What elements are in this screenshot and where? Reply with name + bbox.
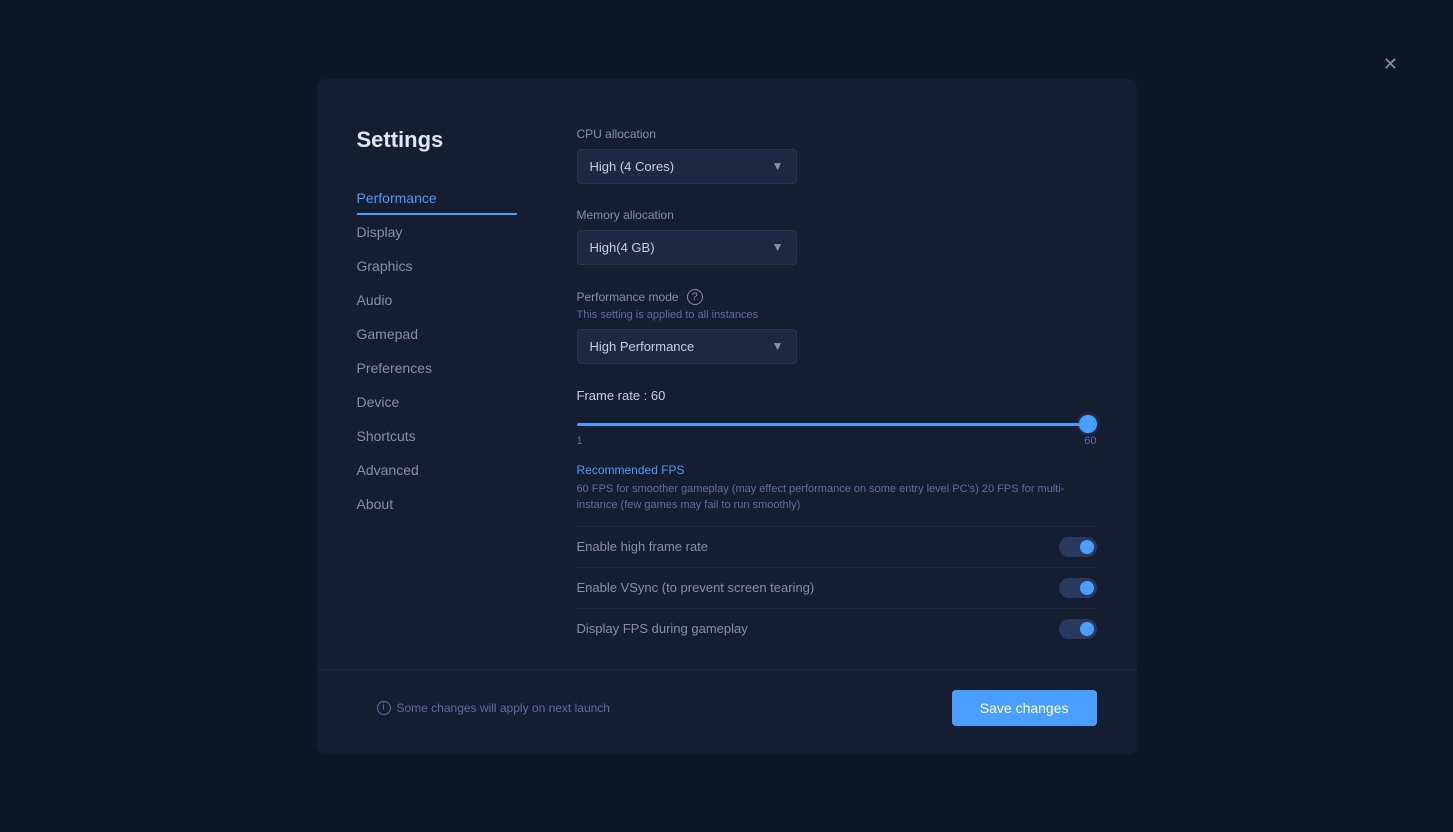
sidebar-item-audio[interactable]: Audio (357, 283, 517, 317)
performance-mode-value: High Performance (590, 339, 695, 354)
sidebar-item-performance[interactable]: Performance (357, 181, 517, 215)
cpu-allocation-label: CPU allocation (577, 127, 1097, 141)
memory-allocation-section: Memory allocation High(4 GB) ▼ (577, 208, 1097, 265)
frame-rate-slider-container (577, 413, 1097, 431)
recommended-fps-text: 60 FPS for smoother gameplay (may effect… (577, 481, 1097, 514)
frame-rate-section: Frame rate : 60 1 60 (577, 388, 1097, 447)
sidebar-item-about[interactable]: About (357, 487, 517, 521)
performance-mode-dropdown[interactable]: High Performance ▼ (577, 329, 797, 364)
toggles-section: Enable high frame rate Enable VSync (to … (577, 526, 1097, 649)
info-icon: i (377, 701, 391, 715)
performance-mode-subtext: This setting is applied to all instances (577, 309, 1097, 321)
performance-mode-section: Performance mode ? This setting is appli… (577, 289, 1097, 364)
toggle-row-display-fps: Display FPS during gameplay (577, 608, 1097, 649)
frame-rate-slider[interactable] (577, 423, 1097, 426)
display-fps-label: Display FPS during gameplay (577, 621, 748, 636)
settings-title: Settings (357, 127, 517, 153)
sidebar-item-device[interactable]: Device (357, 385, 517, 419)
toggle-row-vsync: Enable VSync (to prevent screen tearing) (577, 567, 1097, 608)
chevron-down-icon: ▼ (772, 339, 784, 353)
memory-allocation-dropdown[interactable]: High(4 GB) ▼ (577, 230, 797, 265)
settings-modal: Settings Performance Display Graphics Au… (317, 79, 1137, 754)
modal-overlay: ✕ Settings Performance Display Graphics … (0, 0, 1453, 832)
high-frame-rate-label: Enable high frame rate (577, 539, 709, 554)
close-button[interactable]: ✕ (1383, 55, 1398, 73)
high-frame-rate-toggle[interactable] (1059, 537, 1097, 557)
vsync-label: Enable VSync (to prevent screen tearing) (577, 580, 815, 595)
slider-min-label: 1 (577, 435, 583, 447)
save-button[interactable]: Save changes (952, 690, 1097, 726)
sidebar-item-gamepad[interactable]: Gamepad (357, 317, 517, 351)
sidebar-item-preferences[interactable]: Preferences (357, 351, 517, 385)
sidebar-item-advanced[interactable]: Advanced (357, 453, 517, 487)
toggle-row-high-frame-rate: Enable high frame rate (577, 526, 1097, 567)
sidebar-item-graphics[interactable]: Graphics (357, 249, 517, 283)
slider-max-label: 60 (1084, 435, 1096, 447)
cpu-allocation-section: CPU allocation High (4 Cores) ▼ (577, 127, 1097, 184)
chevron-down-icon: ▼ (772, 159, 784, 173)
cpu-allocation-value: High (4 Cores) (590, 159, 675, 174)
recommended-fps-section: Recommended FPS 60 FPS for smoother game… (577, 463, 1097, 514)
help-icon[interactable]: ? (687, 289, 703, 305)
chevron-down-icon: ▼ (772, 240, 784, 254)
sidebar-item-shortcuts[interactable]: Shortcuts (357, 419, 517, 453)
memory-allocation-value: High(4 GB) (590, 240, 655, 255)
recommended-fps-title: Recommended FPS (577, 463, 1097, 477)
vsync-toggle[interactable] (1059, 578, 1097, 598)
cpu-allocation-dropdown[interactable]: High (4 Cores) ▼ (577, 149, 797, 184)
display-fps-toggle[interactable] (1059, 619, 1097, 639)
frame-rate-label: Frame rate : 60 (577, 388, 1097, 403)
sidebar-item-display[interactable]: Display (357, 215, 517, 249)
footer-note-text: Some changes will apply on next launch (397, 701, 610, 715)
footer: i Some changes will apply on next launch… (317, 669, 1137, 754)
main-content: CPU allocation High (4 Cores) ▼ Memory a… (517, 127, 1137, 649)
memory-allocation-label: Memory allocation (577, 208, 1097, 222)
performance-mode-label: Performance mode (577, 290, 679, 304)
sidebar-nav: Performance Display Graphics Audio Gamep… (357, 181, 517, 521)
sidebar: Settings Performance Display Graphics Au… (317, 127, 517, 649)
